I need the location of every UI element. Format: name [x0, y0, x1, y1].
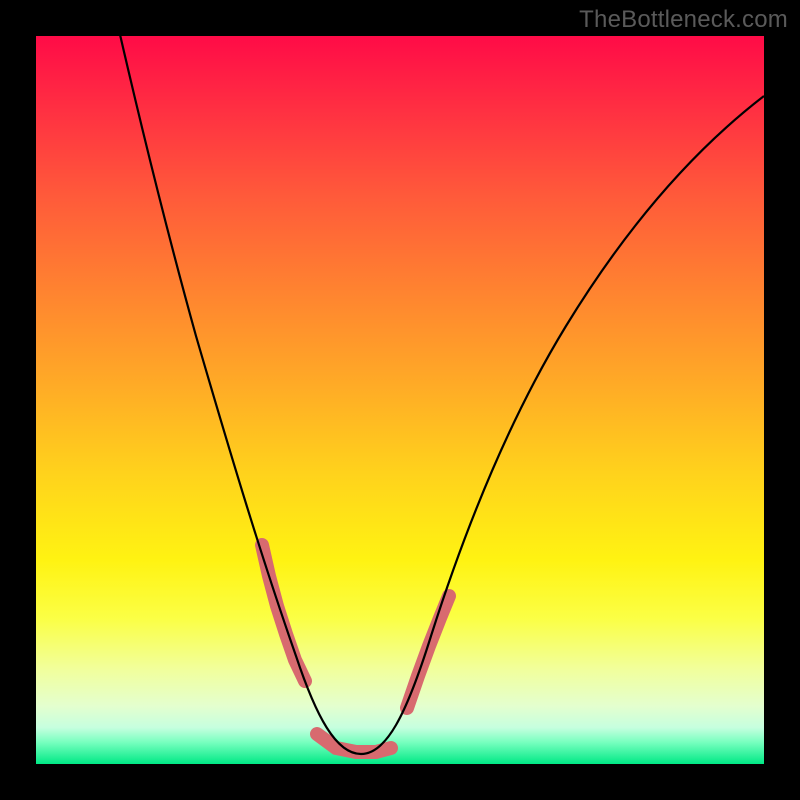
- bottleneck-curve: [76, 0, 764, 754]
- highlight-valley-flat: [317, 734, 391, 752]
- highlight-right-ascent: [407, 596, 449, 708]
- plot-area: [36, 36, 764, 764]
- chart-frame: TheBottleneck.com: [0, 0, 800, 800]
- curve-layer: [36, 36, 764, 764]
- highlight-group: [262, 545, 449, 752]
- watermark-text: TheBottleneck.com: [579, 6, 788, 34]
